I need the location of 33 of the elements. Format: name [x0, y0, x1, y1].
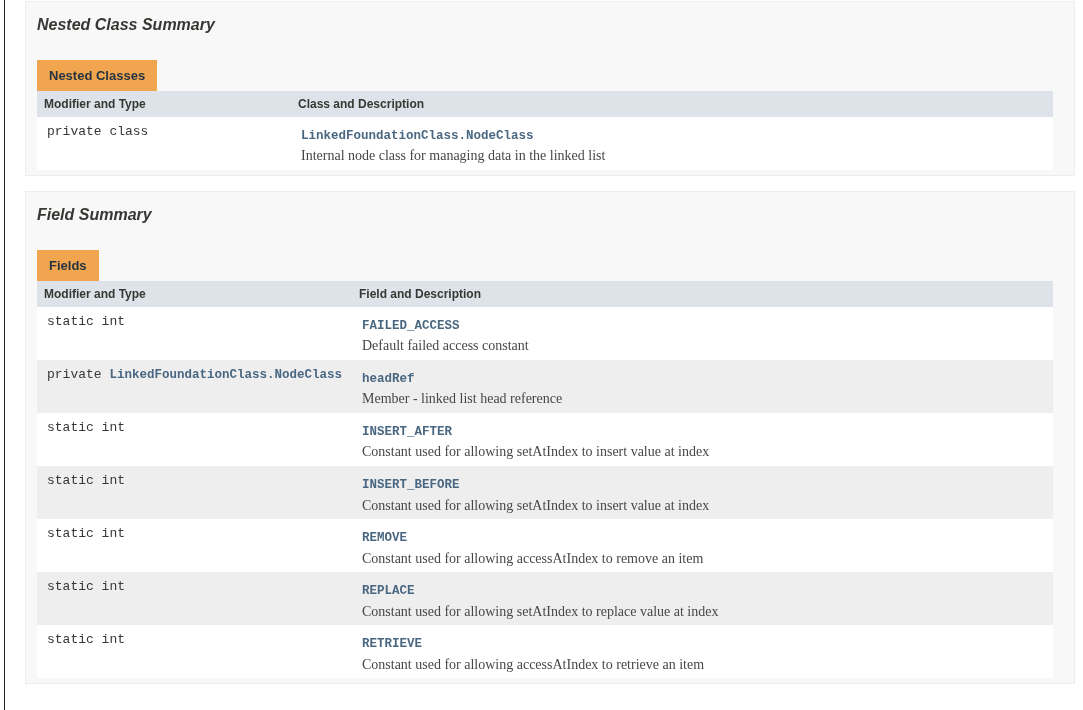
member-link[interactable]: REMOVE	[361, 531, 407, 545]
member-description: Constant used for allowing accessAtIndex to remove an item	[361, 549, 705, 568]
table-cell: static int	[37, 519, 352, 573]
member-link[interactable]: INSERT_AFTER	[361, 424, 452, 439]
member-description: Constant used for allowing setAtIndex to replace value at index	[361, 602, 720, 621]
table-caption: Nested Classes	[37, 60, 158, 91]
table-cell: static int	[37, 412, 352, 466]
column-header: Modifier and Type	[37, 280, 352, 307]
member-description: Constant used for allowing setAtIndex to insert value at index	[361, 443, 711, 461]
column-header: Modifier and Type	[37, 90, 291, 117]
table-cell: static int	[37, 625, 352, 679]
member-link[interactable]: REPLACE	[361, 584, 415, 599]
member-link[interactable]: LinkedFoundationClass.NodeClass	[301, 128, 534, 143]
table-cell: private class	[37, 116, 291, 170]
table-cell: static int	[37, 306, 352, 360]
member-description: Constant used for allowing setAtIndex to insert value at index	[361, 496, 711, 514]
member-link[interactable]: headRef	[361, 371, 415, 386]
column-header: Class and Description	[291, 90, 1053, 117]
section-heading: Field Summary	[37, 204, 153, 225]
member-description: Constant used for allowing accessAtIndex to retrieve an item	[361, 655, 706, 674]
member-description: Internal node class for managing data in the linked list	[301, 147, 607, 165]
section-heading: Nested Class Summary	[37, 15, 217, 35]
member-link[interactable]: INSERT_BEFORE	[361, 477, 460, 492]
table-caption: Fields	[37, 250, 99, 281]
table-cell: static int	[37, 465, 352, 519]
type-link[interactable]: LinkedFoundationClass.NodeClass	[109, 367, 342, 382]
member-description: Member - linked list head reference	[361, 390, 564, 408]
modifier-text: private	[47, 366, 102, 382]
table-cell: static int	[37, 572, 352, 626]
member-link[interactable]: FAILED_ACCESS	[361, 318, 460, 333]
member-link[interactable]: RETRIEVE	[361, 637, 422, 652]
member-description: Default failed access constant	[361, 337, 530, 355]
column-header: Field and Description	[351, 280, 1053, 307]
